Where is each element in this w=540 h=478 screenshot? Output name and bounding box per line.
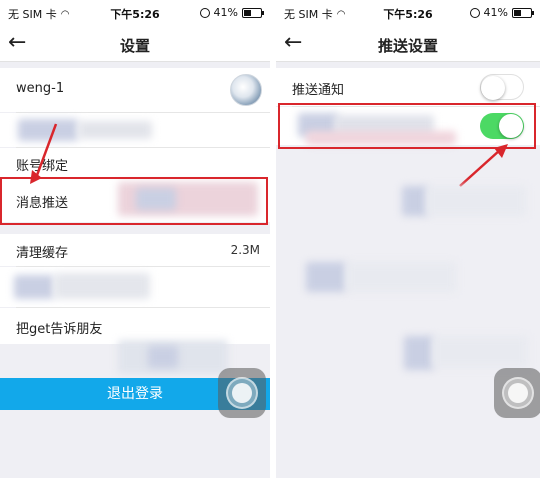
blurred-content — [432, 336, 528, 368]
push-notification-label: 推送通知 — [292, 83, 345, 98]
blurred-content — [402, 186, 428, 216]
blurred-content — [148, 346, 178, 368]
blurred-content — [306, 262, 346, 292]
battery-icon — [242, 7, 264, 18]
battery-percent: 41% — [483, 6, 508, 19]
pointer-arrow-icon — [30, 123, 58, 184]
push-notification-toggle[interactable] — [480, 74, 524, 100]
avatar[interactable] — [230, 74, 262, 106]
nav-bar: ← 设置 — [0, 26, 270, 62]
username-label: weng-1 — [16, 81, 65, 96]
assistive-touch-button[interactable] — [494, 368, 540, 418]
toggle-knob — [481, 76, 505, 100]
blurred-content — [14, 275, 54, 299]
blurred-row[interactable] — [0, 267, 270, 307]
blurred-content — [426, 186, 526, 216]
push-notification-row: 推送通知 — [276, 68, 540, 106]
clear-cache-label: 清理缓存 — [16, 246, 69, 261]
assistive-core-icon — [508, 383, 528, 403]
page-title: 推送设置 — [377, 37, 438, 55]
settings-screen: 无 SIM 卡 ◠ 下午5:26 41% ← 设置 weng-1 账号绑定 消息… — [0, 0, 270, 478]
pointer-arrow-icon — [459, 144, 508, 187]
blurred-content — [404, 336, 434, 370]
status-bar: 无 SIM 卡 ◠ 下午5:26 41% — [276, 0, 540, 26]
clear-cache-row[interactable]: 清理缓存 2.3M — [0, 234, 270, 266]
push-settings-screen: 无 SIM 卡 ◠ 下午5:26 41% ← 推送设置 推送通知 — [276, 0, 540, 478]
cache-size: 2.3M — [230, 243, 260, 257]
orientation-lock-icon — [469, 7, 480, 18]
blurred-content — [346, 262, 456, 292]
share-row[interactable]: 把get告诉朋友 — [0, 308, 270, 344]
battery-percent: 41% — [213, 6, 238, 19]
assistive-touch-button[interactable] — [218, 368, 266, 418]
blurred-content — [78, 121, 152, 139]
orientation-lock-icon — [199, 7, 210, 18]
profile-row[interactable]: weng-1 — [0, 68, 270, 112]
battery-icon — [512, 7, 534, 18]
nav-bar: ← 推送设置 — [276, 26, 540, 62]
blurred-content — [54, 273, 150, 299]
page-title: 设置 — [119, 37, 150, 55]
status-bar: 无 SIM 卡 ◠ 下午5:26 41% — [0, 0, 270, 26]
share-label: 把get告诉朋友 — [16, 322, 103, 337]
assistive-core-icon — [232, 383, 252, 403]
